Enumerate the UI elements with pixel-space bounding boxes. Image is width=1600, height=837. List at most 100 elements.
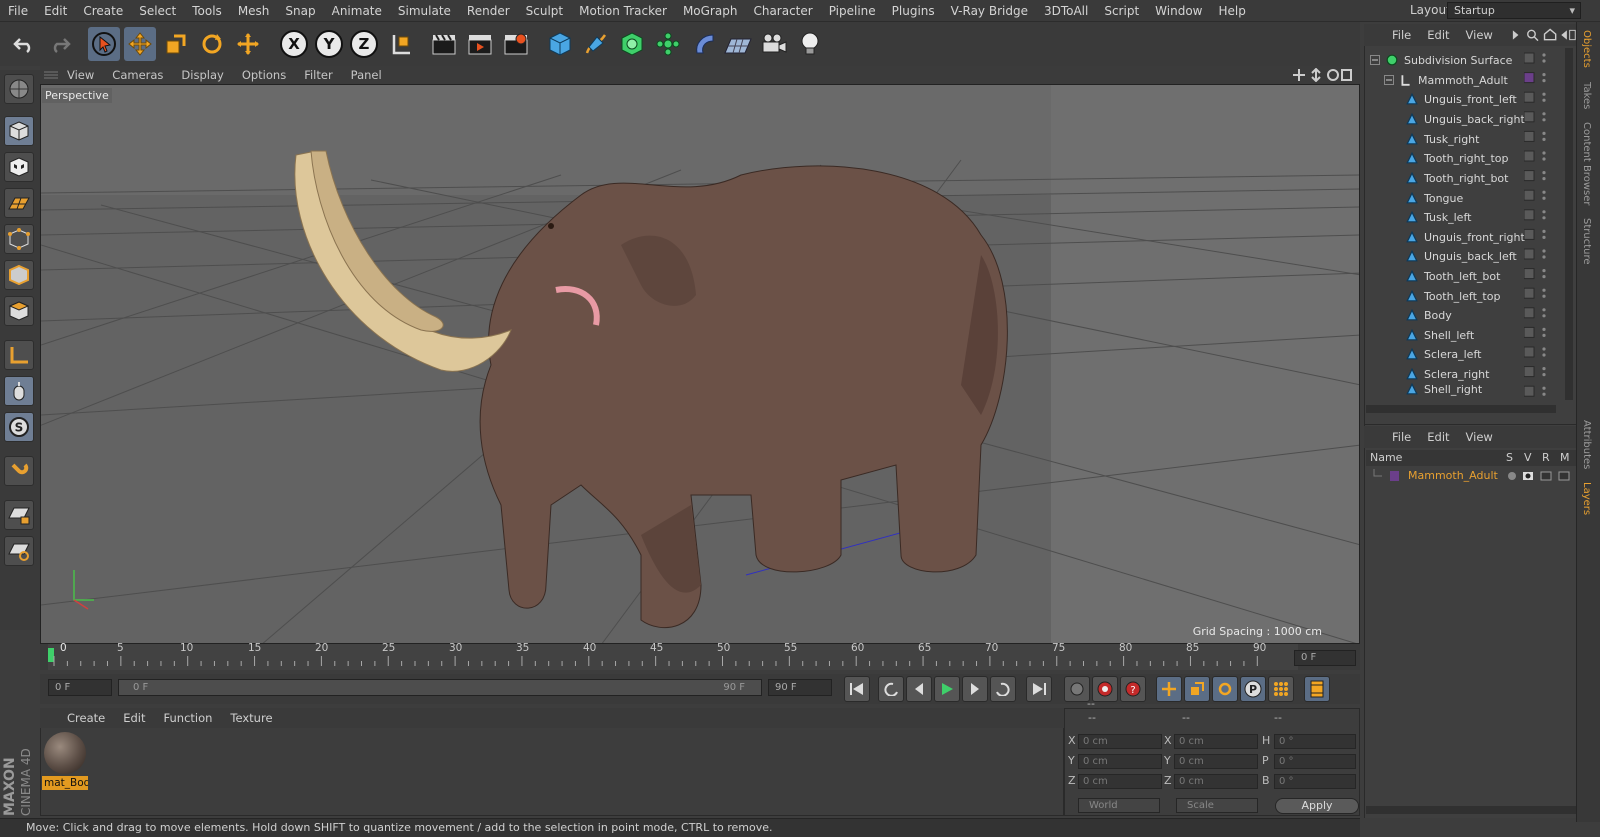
material-thumbnail[interactable] <box>44 732 86 774</box>
snap-toggle-button[interactable]: S <box>4 412 34 442</box>
menu-plugins[interactable]: Plugins <box>884 4 943 18</box>
live-selection-button[interactable] <box>88 27 120 61</box>
object-menu-edit[interactable]: Edit <box>1419 28 1457 42</box>
move-tool-button[interactable] <box>124 27 156 61</box>
apply-button[interactable]: Apply <box>1275 798 1359 814</box>
layout-select[interactable]: Startup <box>1447 2 1581 19</box>
viewport-scene[interactable] <box>41 85 1360 644</box>
layer-toggle-icons[interactable] <box>1506 469 1576 483</box>
texture-mode-button[interactable] <box>4 152 34 182</box>
side-tab-objects[interactable]: Objects <box>1581 30 1592 68</box>
layer-row-mammoth-adult[interactable]: Mammoth_Adult <box>1366 467 1576 485</box>
side-tab-content-browser[interactable]: Content Browser <box>1581 122 1592 205</box>
material-menu-create[interactable]: Create <box>58 711 114 725</box>
coord-size-z-field[interactable]: 0 cm <box>1174 774 1258 789</box>
magnet-tool-button[interactable] <box>4 456 34 486</box>
viewport-label[interactable]: Perspective <box>42 88 112 103</box>
redo-button[interactable] <box>44 27 76 61</box>
viewport-menu-cameras[interactable]: Cameras <box>103 68 172 82</box>
undo-button[interactable] <box>8 27 40 61</box>
menu-simulate[interactable]: Simulate <box>390 4 459 18</box>
render-picture-viewer-button[interactable] <box>464 27 496 61</box>
object-list-scrollbar[interactable] <box>1565 48 1573 400</box>
menu-animate[interactable]: Animate <box>324 4 390 18</box>
timeline-ruler[interactable]: 0 5 10 15 20 25 30 35 40 45 50 55 60 65 … <box>40 642 1360 670</box>
edges-mode-button[interactable] <box>4 260 34 290</box>
lock-workplane-button[interactable] <box>4 500 34 530</box>
points-mode-button[interactable] <box>4 224 34 254</box>
axis-z-toggle[interactable]: Z <box>350 30 378 58</box>
layer-name[interactable]: Mammoth_Adult <box>1408 469 1498 482</box>
menu-select[interactable]: Select <box>131 4 184 18</box>
autokey-button[interactable] <box>1092 676 1118 702</box>
current-frame-field[interactable]: 0 F <box>1294 650 1356 666</box>
menu-vray-bridge[interactable]: V-Ray Bridge <box>943 4 1036 18</box>
timeline-scheme-button[interactable] <box>1304 676 1330 702</box>
menu-mesh[interactable]: Mesh <box>230 4 278 18</box>
frame-range-slider[interactable]: 0 F 90 F <box>118 679 762 696</box>
scale-tool-button[interactable] <box>160 27 192 61</box>
viewport-menu-panel[interactable]: Panel <box>342 68 391 82</box>
viewport-menu-view[interactable]: View <box>58 68 103 82</box>
object-visibility-columns[interactable] <box>1524 50 1564 400</box>
layer-menu-edit[interactable]: Edit <box>1419 430 1457 444</box>
coord-size-x-field[interactable]: 0 cm <box>1174 734 1258 749</box>
add-deformer-button[interactable] <box>688 27 720 61</box>
menu-sculpt[interactable]: Sculpt <box>518 4 571 18</box>
workplane-snap-button[interactable] <box>4 536 34 566</box>
axis-y-toggle[interactable]: Y <box>315 30 343 58</box>
model-mode-button[interactable] <box>4 116 34 146</box>
size-mode-dropdown[interactable]: Scale <box>1176 798 1258 813</box>
menu-file[interactable]: File <box>0 4 36 18</box>
menu-tools[interactable]: Tools <box>184 4 230 18</box>
menu-3dtoall[interactable]: 3DToAll <box>1036 4 1096 18</box>
key-parameter-button[interactable]: P <box>1240 676 1266 702</box>
viewport-menu-display[interactable]: Display <box>172 68 232 82</box>
3d-viewport[interactable] <box>40 84 1360 644</box>
material-menu-edit[interactable]: Edit <box>114 711 154 725</box>
side-tab-takes[interactable]: Takes <box>1581 82 1592 109</box>
make-editable-button[interactable] <box>4 74 34 104</box>
menu-mograph[interactable]: MoGraph <box>675 4 746 18</box>
menu-character[interactable]: Character <box>745 4 820 18</box>
workplane-mode-button[interactable] <box>4 188 34 218</box>
viewport-menu-options[interactable]: Options <box>233 68 295 82</box>
add-subdivision-button[interactable] <box>616 27 648 61</box>
recent-tool-button[interactable] <box>232 27 264 61</box>
material-menu-texture[interactable]: Texture <box>221 711 281 725</box>
add-light-button[interactable] <box>794 27 826 61</box>
key-rotation-button[interactable] <box>1212 676 1238 702</box>
add-spline-pen-button[interactable] <box>580 27 612 61</box>
polygons-mode-button[interactable] <box>4 296 34 326</box>
coord-pos-z-field[interactable]: 0 cm <box>1078 774 1162 789</box>
coord-rot-b-field[interactable]: 0 ° <box>1274 774 1356 789</box>
material-name-label[interactable]: mat_Bod <box>42 776 88 790</box>
menu-render[interactable]: Render <box>459 4 518 18</box>
render-settings-button[interactable] <box>500 27 532 61</box>
menu-help[interactable]: Help <box>1210 4 1253 18</box>
object-menu-view[interactable]: View <box>1458 28 1501 42</box>
play-button[interactable] <box>934 676 960 702</box>
coord-rot-h-field[interactable]: 0 ° <box>1274 734 1356 749</box>
menu-edit[interactable]: Edit <box>36 4 75 18</box>
coord-rot-p-field[interactable]: 0 ° <box>1274 754 1356 769</box>
side-tab-layers[interactable]: Layers <box>1581 482 1592 515</box>
layer-menu-file[interactable]: File <box>1384 430 1419 444</box>
collapse-icon[interactable] <box>1370 55 1380 65</box>
menu-create[interactable]: Create <box>75 4 131 18</box>
viewport-nav-icons[interactable] <box>1292 68 1352 82</box>
viewport-menu-filter[interactable]: Filter <box>295 68 341 82</box>
coord-pos-y-field[interactable]: 0 cm <box>1078 754 1162 769</box>
key-position-button[interactable] <box>1156 676 1182 702</box>
keyframe-selection-button[interactable]: ? <box>1120 676 1146 702</box>
prev-frame-button[interactable] <box>906 676 932 702</box>
min-frame-field[interactable]: 0 F <box>48 679 112 696</box>
axis-x-toggle[interactable]: X <box>280 30 308 58</box>
side-tab-structure[interactable]: Structure <box>1581 218 1592 265</box>
render-view-button[interactable] <box>428 27 460 61</box>
goto-start-button[interactable] <box>844 676 870 702</box>
add-camera-button[interactable] <box>758 27 790 61</box>
key-pla-button[interactable] <box>1268 676 1294 702</box>
side-tab-attributes[interactable]: Attributes <box>1581 420 1592 469</box>
menu-pipeline[interactable]: Pipeline <box>821 4 884 18</box>
